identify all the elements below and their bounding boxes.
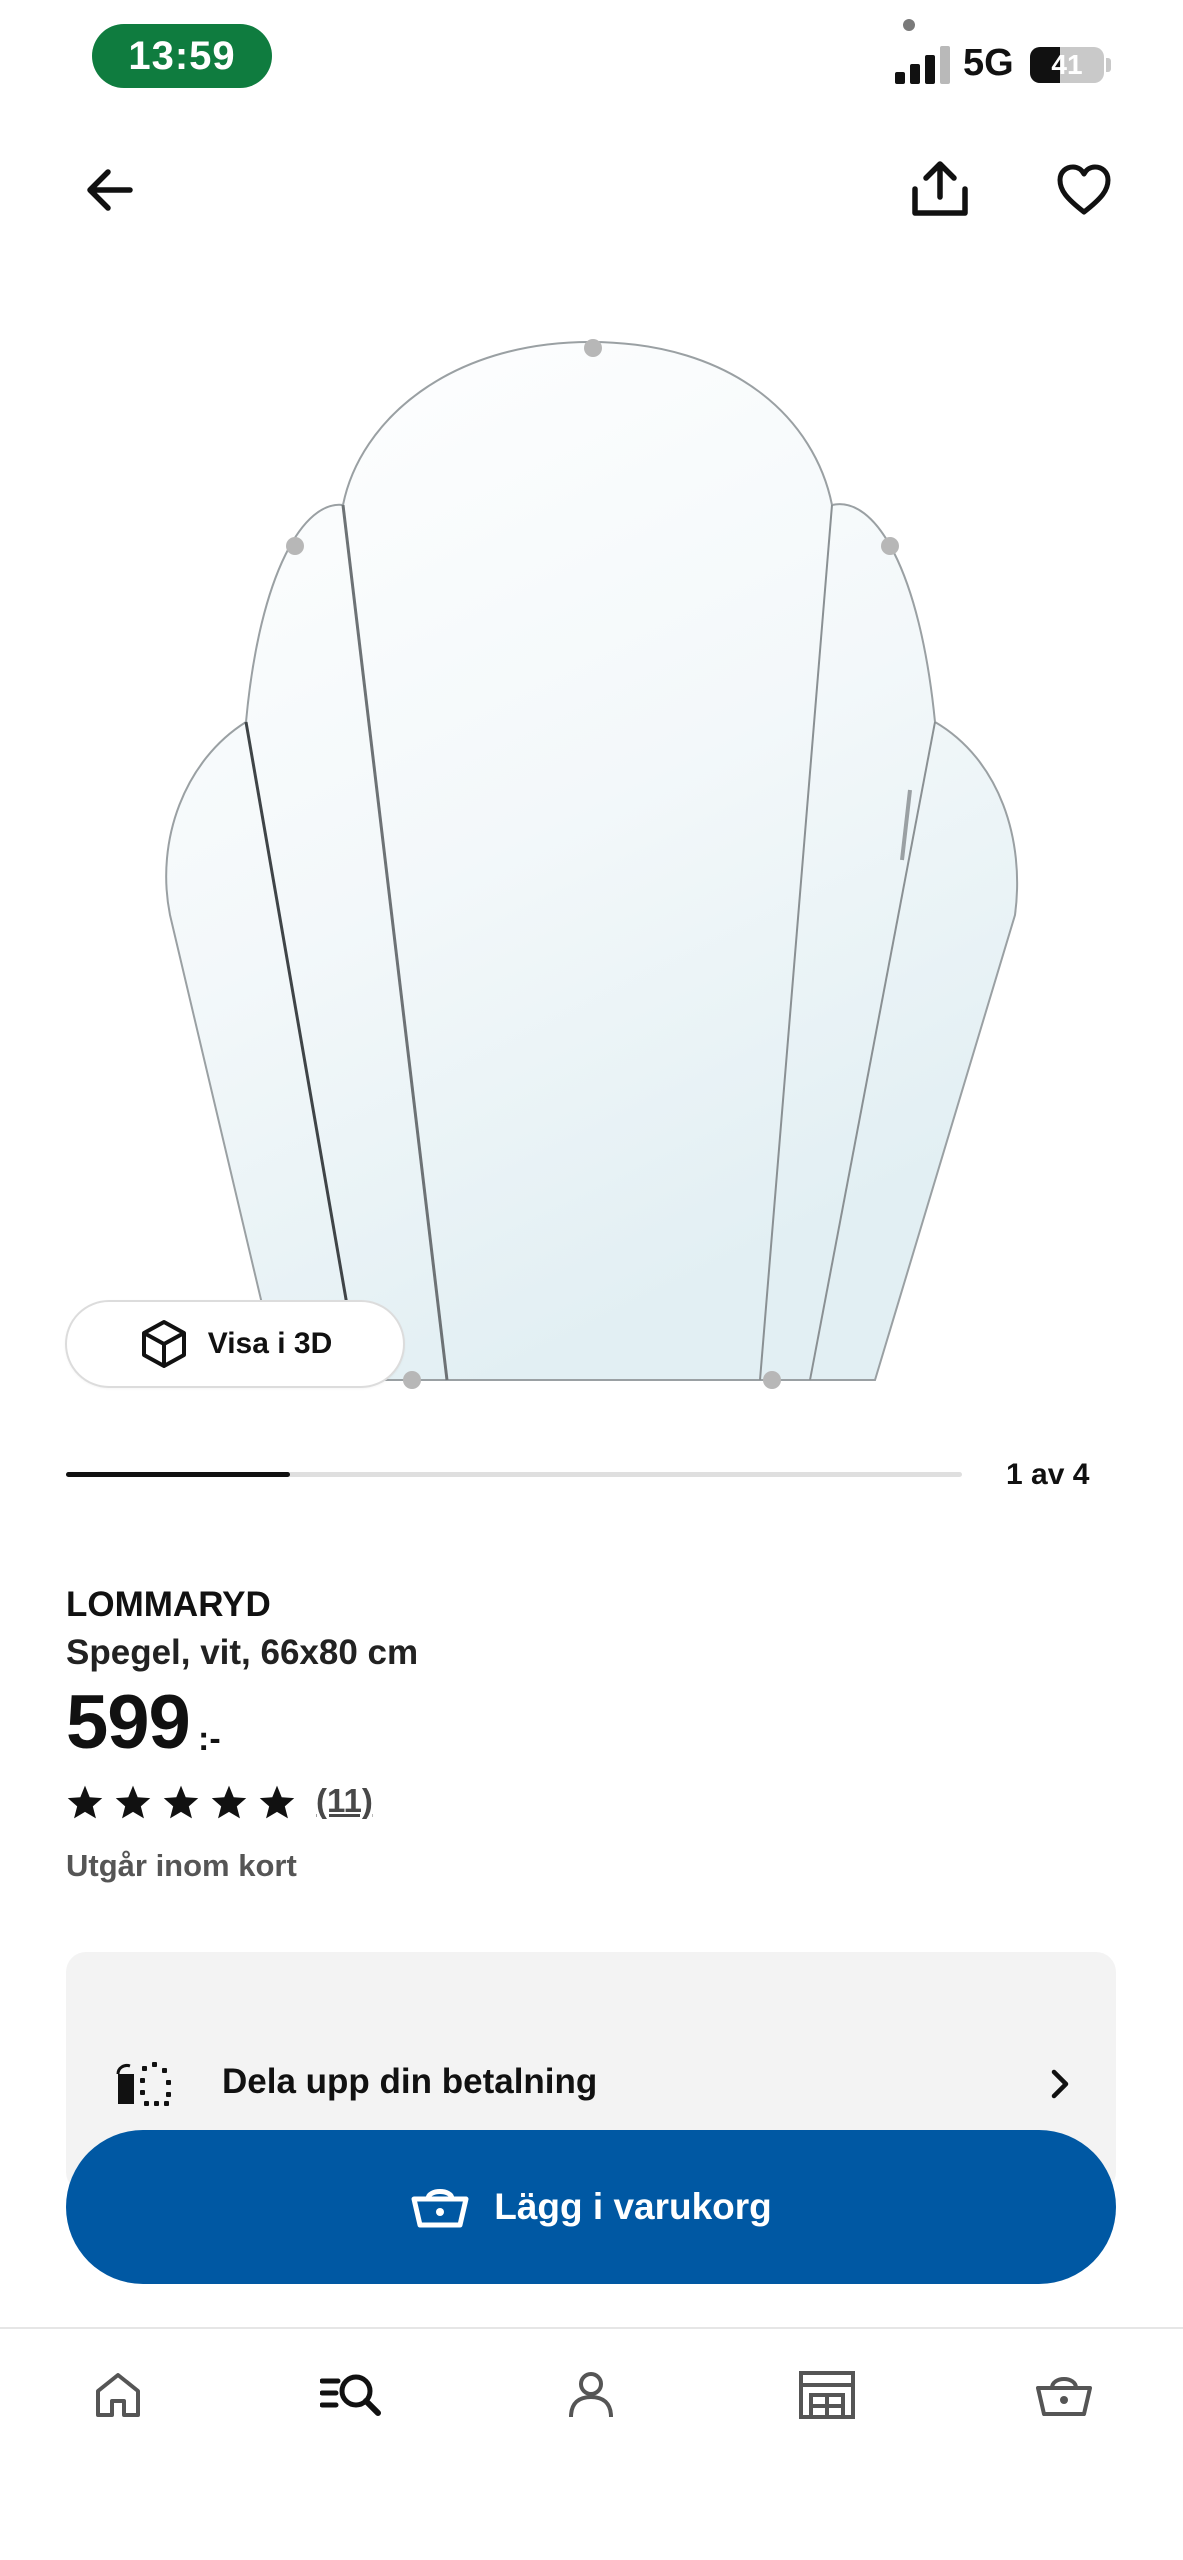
share-icon xyxy=(912,161,968,216)
battery-cap xyxy=(1106,58,1111,72)
mirror-clip xyxy=(584,339,602,357)
add-to-cart-button[interactable]: Lägg i varukorg xyxy=(66,2130,1116,2284)
reviews-link[interactable]: (11) xyxy=(316,1782,373,1820)
status-time: 13:59 xyxy=(92,24,272,88)
product-image[interactable] xyxy=(150,320,1030,1400)
profile-icon xyxy=(569,2372,613,2418)
battery-level: 41 xyxy=(1051,49,1083,80)
privacy-indicator-dot xyxy=(903,19,915,31)
share-button[interactable] xyxy=(898,148,982,232)
view-3d-label: Visa i 3D xyxy=(207,1327,333,1360)
product-description: Spegel, vit, 66x80 cm xyxy=(66,1633,419,1672)
nav-search[interactable] xyxy=(312,2360,392,2430)
home-icon xyxy=(96,2373,140,2417)
star-icon xyxy=(259,1785,295,1819)
search-list-icon xyxy=(320,2374,381,2416)
mirror-shape xyxy=(165,340,1019,1381)
signal-icon xyxy=(895,46,950,84)
mirror-clip xyxy=(763,1371,781,1389)
availability-status: Utgår inom kort xyxy=(66,1848,297,1883)
nav-home[interactable] xyxy=(78,2360,158,2430)
star-icon xyxy=(211,1785,247,1819)
basket-icon xyxy=(1036,2377,1092,2416)
nav-store[interactable] xyxy=(787,2360,867,2430)
product-price: 599 xyxy=(66,1680,191,1765)
add-to-cart-label: Lägg i varukorg xyxy=(494,2186,772,2227)
back-button[interactable] xyxy=(70,150,150,230)
view-3d-button[interactable]: Visa i 3D xyxy=(65,1300,405,1388)
basket-icon xyxy=(411,2189,469,2228)
star-icon xyxy=(115,1785,151,1819)
favorite-button[interactable] xyxy=(1042,148,1126,232)
star-icon xyxy=(67,1785,103,1819)
nav-profile[interactable] xyxy=(551,2360,631,2430)
nav-cart[interactable] xyxy=(1024,2360,1104,2430)
product-name: LOMMARYD xyxy=(66,1585,271,1624)
split-payment-label: Dela upp din betalning xyxy=(222,2062,598,2101)
mirror-clip xyxy=(881,537,899,555)
arrow-left-icon xyxy=(87,169,133,211)
rating-stars[interactable] xyxy=(66,1784,296,1820)
mirror-clip xyxy=(403,1371,421,1389)
carousel-page-indicator: 1 av 4 xyxy=(1006,1458,1090,1491)
chevron-right-icon xyxy=(1051,2069,1069,2099)
carousel-progress-fill xyxy=(66,1472,290,1477)
battery-icon: 41 xyxy=(1030,47,1104,83)
cube-icon xyxy=(141,1320,186,1368)
mirror-clip xyxy=(286,537,304,555)
star-icon xyxy=(163,1785,199,1819)
heart-icon xyxy=(1057,164,1111,215)
store-icon xyxy=(799,2371,855,2419)
network-type: 5G xyxy=(963,42,1014,84)
carousel-progress xyxy=(66,1472,962,1477)
split-payment-icon xyxy=(116,2062,171,2106)
price-suffix: :- xyxy=(198,1720,221,1758)
